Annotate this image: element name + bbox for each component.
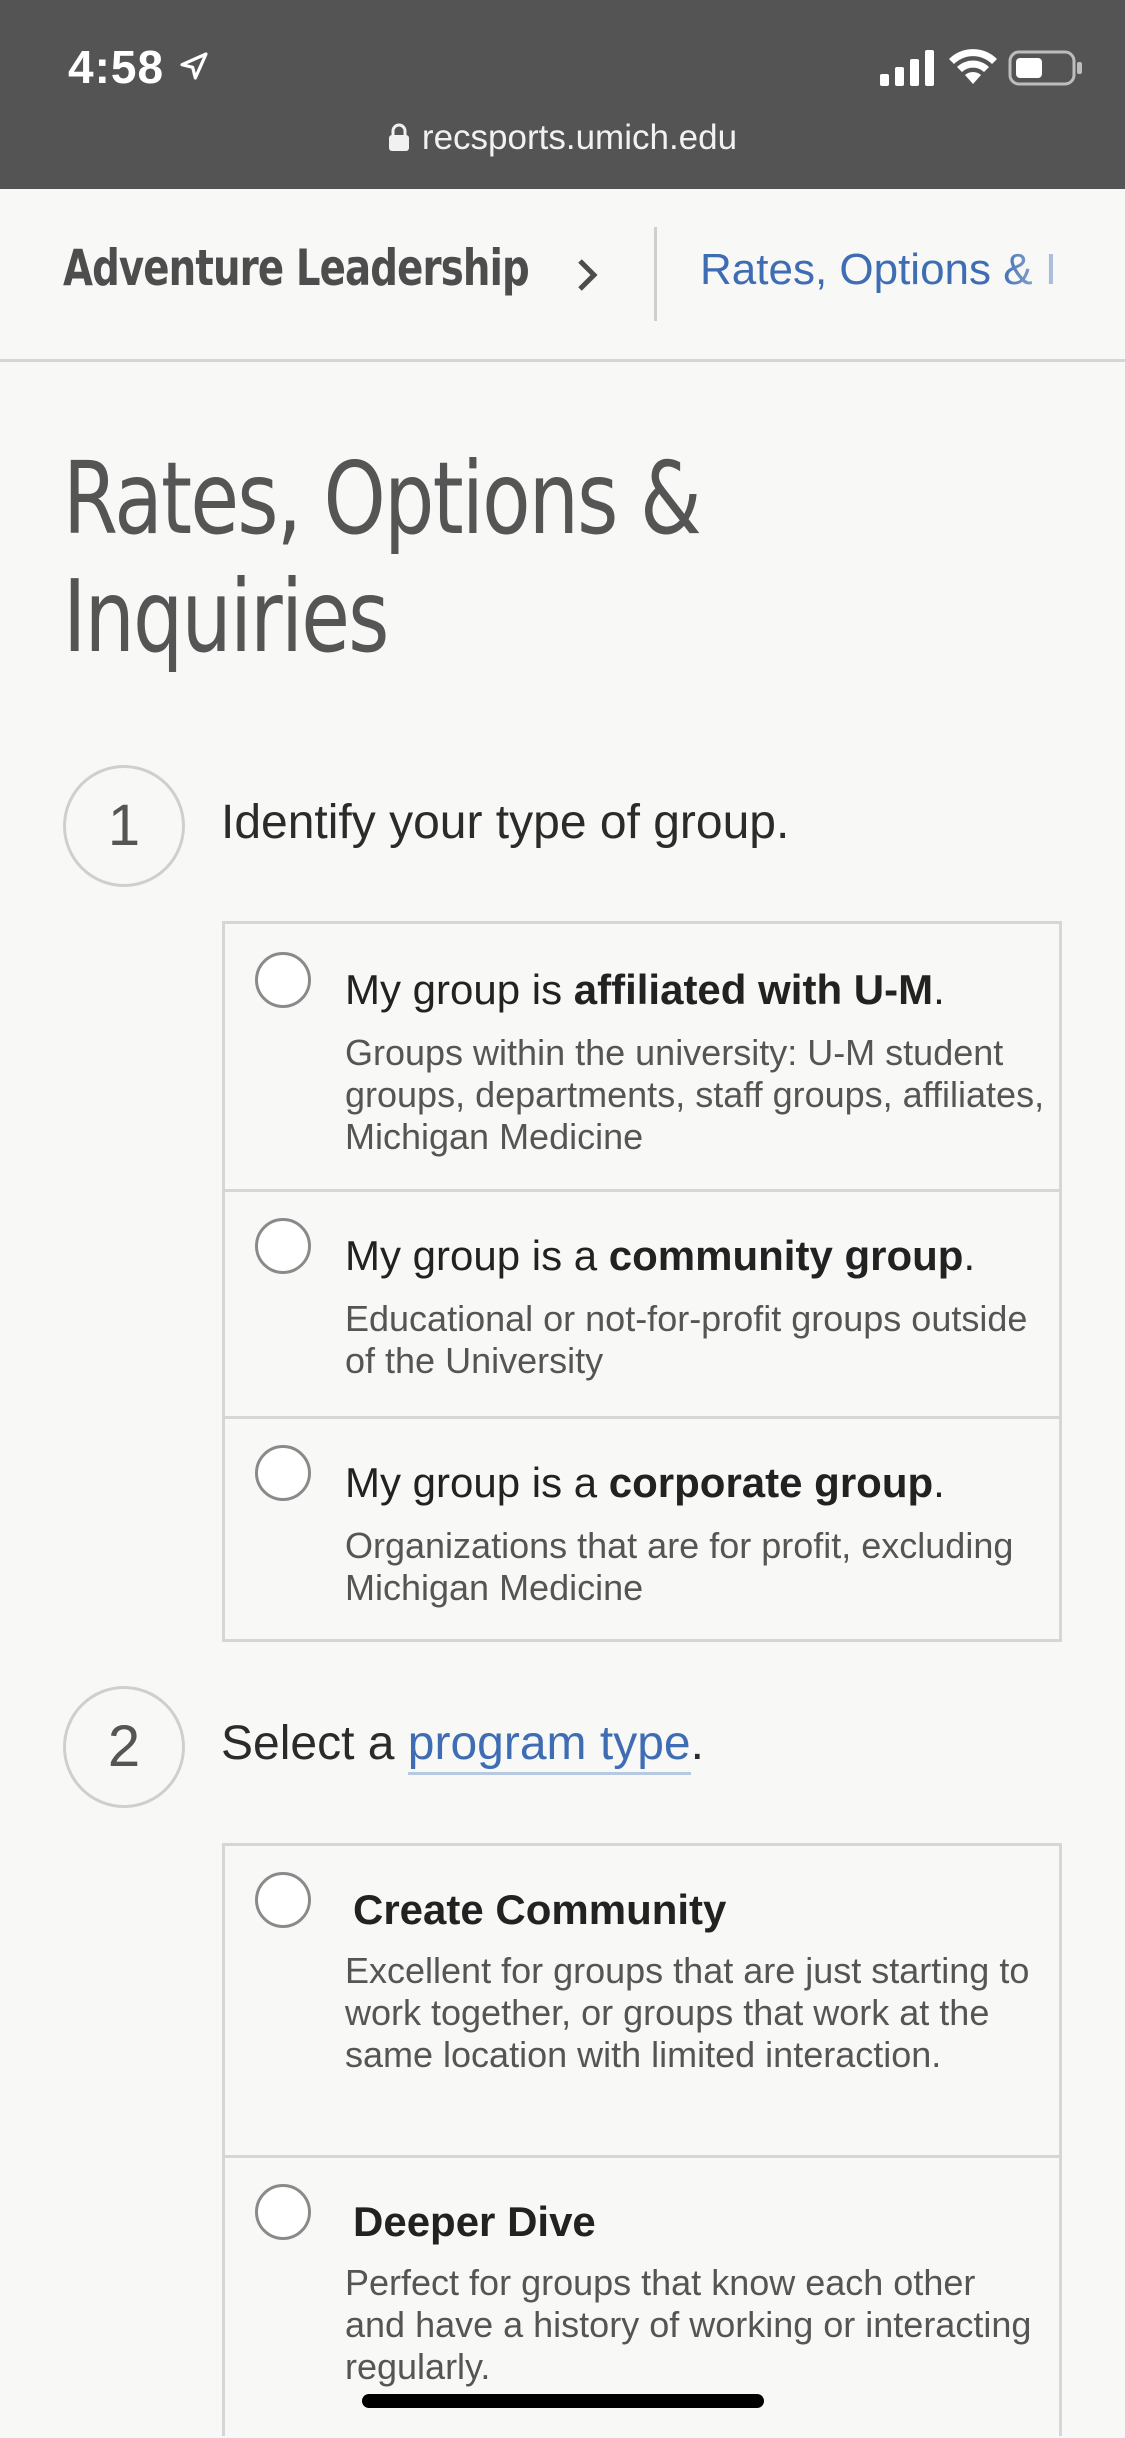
url-bar[interactable]: recsports.umich.edu bbox=[0, 118, 1125, 158]
status-bar: 4:58 recsports.umich.edu bbox=[0, 0, 1125, 189]
url-text: recsports.umich.edu bbox=[421, 118, 738, 157]
radio-button[interactable] bbox=[255, 1445, 311, 1501]
lock-icon bbox=[388, 123, 409, 151]
home-indicator[interactable] bbox=[362, 2394, 764, 2408]
breadcrumb-divider bbox=[654, 227, 657, 321]
page-title-line2: Inquiries bbox=[63, 558, 389, 675]
page-title: Rates, Options & Inquiries bbox=[63, 440, 855, 676]
program-description: Excellent for groups that are just start… bbox=[345, 1950, 1030, 2075]
program-description: Perfect for groups that know each other … bbox=[345, 2262, 1032, 2387]
program-type-options: Create Community Excellent for groups th… bbox=[222, 1843, 1062, 2436]
radio-button[interactable] bbox=[255, 952, 311, 1008]
option-description: Educational or not-for-profit groups out… bbox=[345, 1298, 1028, 1381]
program-option-create-community[interactable]: Create Community Excellent for groups th… bbox=[225, 1846, 1059, 2158]
breadcrumb-parent-link[interactable]: Adventure Leadership bbox=[63, 239, 530, 297]
radio-button[interactable] bbox=[255, 2184, 311, 2240]
program-title: Create Community bbox=[353, 1886, 727, 1933]
wifi-icon bbox=[949, 49, 997, 84]
radio-button[interactable] bbox=[255, 1872, 311, 1928]
step-1-label: Identify your type of group. bbox=[221, 796, 790, 849]
step-1-number: 1 bbox=[63, 765, 185, 887]
program-title: Deeper Dive bbox=[353, 2198, 596, 2245]
option-title: My group is a community group. bbox=[345, 1232, 976, 1279]
step-2-number: 2 bbox=[63, 1686, 185, 1808]
status-time: 4:58 bbox=[68, 41, 165, 93]
location-arrow-icon bbox=[180, 52, 208, 80]
radio-button[interactable] bbox=[255, 1218, 311, 1274]
step-2-label: Select a program type. bbox=[221, 1716, 704, 1775]
group-option-corporate[interactable]: My group is a corporate group. Organizat… bbox=[225, 1419, 1059, 1639]
group-option-community[interactable]: My group is a community group. Education… bbox=[225, 1192, 1059, 1419]
signal-icon bbox=[880, 50, 934, 86]
option-title: My group is affiliated with U-M. bbox=[345, 966, 945, 1013]
chevron-right-icon bbox=[578, 259, 598, 291]
group-type-options: My group is affiliated with U-M. Groups … bbox=[222, 921, 1062, 1642]
group-option-affiliated[interactable]: My group is affiliated with U-M. Groups … bbox=[225, 924, 1059, 1192]
page-title-line1: Rates, Options & bbox=[63, 440, 702, 557]
program-type-link[interactable]: program type bbox=[407, 1717, 691, 1775]
breadcrumb: Adventure Leadership Rates, Options & In… bbox=[0, 189, 1125, 362]
option-title: My group is a corporate group. bbox=[345, 1459, 945, 1506]
option-description: Organizations that are for profit, exclu… bbox=[345, 1525, 1014, 1608]
breadcrumb-fade bbox=[1000, 229, 1125, 329]
option-description: Groups within the university: U-M studen… bbox=[345, 1032, 1045, 1157]
battery-icon bbox=[1008, 50, 1082, 86]
